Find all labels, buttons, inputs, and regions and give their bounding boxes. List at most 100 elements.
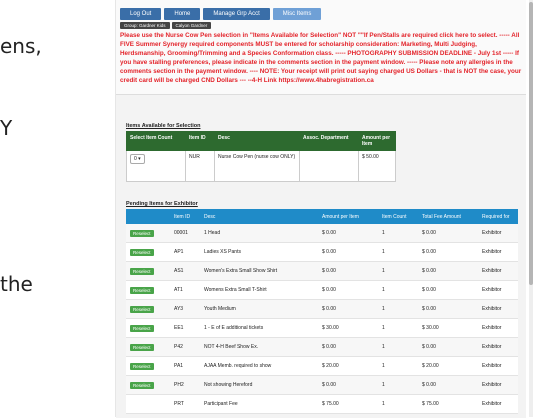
item-count: 1 [378,299,418,319]
item-desc: Womens Extra Small T-Shirt [200,280,318,300]
table-row: Reselect PH2 Not showing Hereford $ 0.00… [126,375,518,395]
item-count: 1 [378,356,418,376]
item-id: PRT [170,394,200,414]
col-header: Item ID [185,131,215,151]
col-header: Total Fee Amount [418,209,478,224]
item-count: 1 [378,337,418,357]
item-amount: $ 0.00 [318,261,378,281]
item-total: $ 0.00 [418,224,478,243]
item-id: P42 [170,337,200,357]
reselect-button[interactable]: Reselect [130,305,154,313]
item-dept [299,150,359,182]
item-total: $ 0.00 [418,337,478,357]
top-nav: Log Out Home Manage Grp Acct Misc Items [120,8,322,20]
item-desc: Youth Medium [200,299,318,319]
table-row: Reselect 00001 1 Head $ 0.00 1 $ 0.00 Ex… [126,224,518,243]
item-total: $ 0.00 [418,280,478,300]
pending-items-table: Item ID Desc Amount per Item Item Count … [126,209,518,414]
col-header [126,209,170,224]
item-total: $ 0.00 [418,242,478,262]
col-header: Required for [478,209,518,224]
item-required: Exhibitor [478,299,518,319]
item-total: $ 30.00 [418,318,478,338]
item-count: 1 [378,318,418,338]
item-amount: $ 0.00 [318,280,378,300]
col-header: Amount per Item [318,209,378,224]
item-id: PH2 [170,375,200,395]
item-amount: $ 0.00 [318,299,378,319]
item-id: 00001 [170,224,200,243]
item-desc: Ladies XS Pants [200,242,318,262]
item-amount: $ 75.00 [318,394,378,414]
exhibitor-pill[interactable]: Calyon Gardner [171,22,212,29]
item-desc: 1 - E of E additional tickets [200,318,318,338]
item-amount: $ 0.00 [318,242,378,262]
item-total: $ 0.00 [418,299,478,319]
col-header: Amount per Item [358,131,396,151]
side-text-line: ens, [0,34,42,58]
side-text-line: the [0,272,33,296]
reselect-button[interactable]: Reselect [130,267,154,275]
scrollbar-thumb[interactable] [529,2,533,285]
item-id: PA1 [170,356,200,376]
table-row: Reselect AS1 Women's Extra Small Show Sh… [126,261,518,281]
item-amount: $ 0.00 [318,375,378,395]
reselect-button[interactable]: Reselect [130,324,154,332]
available-items-table: Select Item Count Item ID Desc Assoc. De… [126,131,396,182]
reselect-button[interactable]: Reselect [130,248,154,256]
item-required: Exhibitor [478,242,518,262]
item-id: AY3 [170,299,200,319]
table-row: 0 ▾ NUR Nurse Cow Pen (nurse cow ONLY) $… [126,150,396,182]
manage-group-account-button[interactable]: Manage Grp Acct [203,8,270,20]
table-row: Reselect AY3 Youth Medium $ 0.00 1 $ 0.0… [126,299,518,319]
col-header: Select Item Count [126,131,186,151]
home-button[interactable]: Home [164,8,201,20]
table-row: Reselect AP1 Ladies XS Pants $ 0.00 1 $ … [126,242,518,262]
col-header: Desc [214,131,300,151]
item-desc: Not showing Hereford [200,375,318,395]
item-required: Exhibitor [478,224,518,243]
reselect-button[interactable]: Reselect [130,229,154,237]
table-row: Reselect AT1 Womens Extra Small T-Shirt … [126,280,518,300]
item-amount: $ 0.00 [318,224,378,243]
registration-panel: Log Out Home Manage Grp Acct Misc Items … [115,0,526,418]
col-header: Assoc. Department [299,131,359,151]
item-count: 1 [378,224,418,243]
background-document-text: ens, Y the [0,0,115,417]
scrollbar-track[interactable] [529,0,533,417]
item-desc: Women's Extra Small Show Shirt [200,261,318,281]
log-out-button[interactable]: Log Out [120,8,162,20]
item-id: NUR [185,150,215,182]
item-count: 1 [378,242,418,262]
item-count: 1 [378,375,418,395]
item-required: Exhibitor [478,261,518,281]
item-id: AP1 [170,242,200,262]
item-count: 1 [378,280,418,300]
item-count-select[interactable]: 0 ▾ [130,154,145,164]
pending-items-title: Pending Items for Exhibitor [126,201,198,207]
col-header: Desc [200,209,318,224]
col-header: Item ID [170,209,200,224]
item-desc: Participant Fee [200,394,318,414]
item-required: Exhibitor [478,337,518,357]
reselect-button[interactable]: Reselect [130,343,154,351]
reselect-button[interactable]: Reselect [130,381,154,389]
item-amount: $ 20.00 [318,356,378,376]
table-row: Reselect P42 NOT 4-H Beef Show Ex. $ 0.0… [126,337,518,357]
item-desc: 1 Head [200,224,318,243]
misc-items-button[interactable]: Misc Items [272,8,322,20]
item-total: $ 75.00 [418,394,478,414]
chevron-down-icon: ▾ [138,156,141,162]
item-total: $ 0.00 [418,261,478,281]
table-row: PRT Participant Fee $ 75.00 1 $ 75.00 Ex… [126,394,518,414]
reselect-button[interactable]: Reselect [130,362,154,370]
item-required: Exhibitor [478,356,518,376]
reselect-button[interactable]: Reselect [130,286,154,294]
item-desc: Nurse Cow Pen (nurse cow ONLY) [214,150,300,182]
items-content: Items Available for Selection Select Ite… [116,94,526,418]
group-pill[interactable]: Group: Gardner Kids [120,22,170,29]
item-id: EE1 [170,318,200,338]
item-total: $ 20.00 [418,356,478,376]
notice-text: Please use the Nurse Cow Pen selection i… [120,32,522,84]
item-required: Exhibitor [478,375,518,395]
